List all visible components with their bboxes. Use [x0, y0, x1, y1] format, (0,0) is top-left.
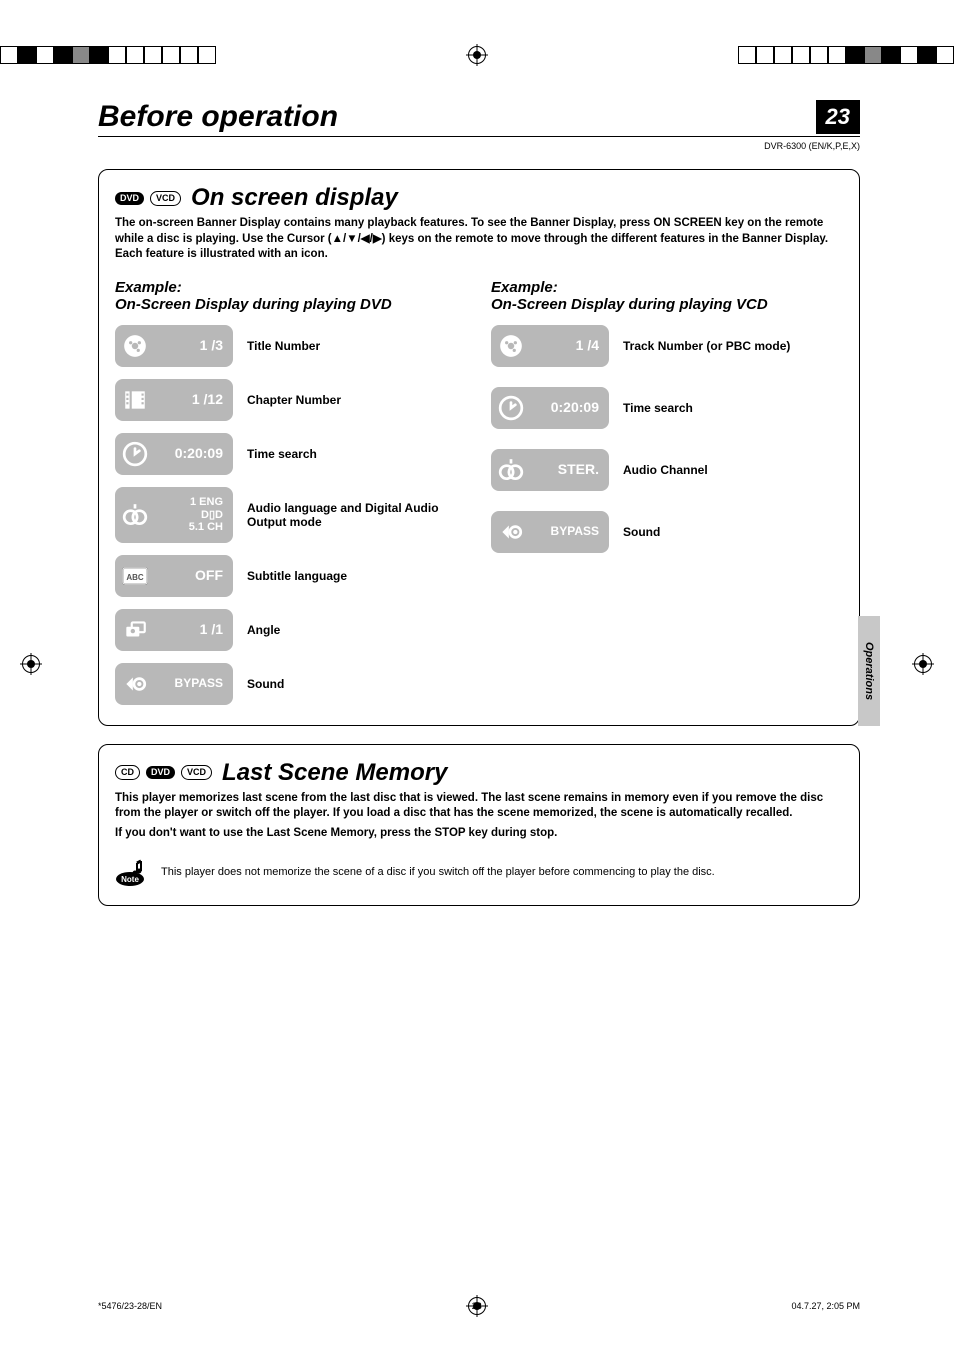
- example-label: Example:: [115, 279, 467, 296]
- last-scene-memory-panel: CD DVD VCD Last Scene Memory This player…: [98, 744, 860, 907]
- disc-icon: [121, 332, 149, 360]
- register-mark-top: [468, 46, 486, 64]
- osd-item-audio: 1 ENG D▯D 5.1 CH Audio language and Digi…: [115, 487, 467, 543]
- osd-desc: Chapter Number: [247, 393, 341, 407]
- section-title: Before operation: [98, 100, 338, 134]
- osd-item-angle: 1 /1 Angle: [115, 609, 467, 651]
- osd-value: BYPASS: [155, 677, 227, 690]
- osd-item-chapter: 1 /12 Chapter Number: [115, 379, 467, 421]
- note-icon: Note: [115, 859, 147, 885]
- osd-desc: Angle: [247, 623, 280, 637]
- osd-desc: Audio Channel: [623, 463, 708, 477]
- note-text: This player does not memorize the scene …: [161, 866, 715, 878]
- osd-value: OFF: [155, 568, 227, 583]
- film-icon: [121, 386, 149, 414]
- osd-value: 1 /12: [155, 392, 227, 407]
- panel-description: The on-screen Banner Display contains ma…: [115, 216, 843, 263]
- osd-desc: Time search: [247, 447, 317, 461]
- example-label: Example:: [491, 279, 843, 296]
- clock-icon: [497, 394, 525, 422]
- osd-desc: Subtitle language: [247, 569, 347, 583]
- audio-icon: [497, 456, 525, 484]
- svg-text:ABC: ABC: [126, 573, 144, 582]
- osd-desc: Sound: [623, 525, 660, 539]
- osd-desc: Audio language and Digital Audio Output …: [247, 501, 467, 529]
- osd-item-sound: BYPASS Sound: [115, 663, 467, 705]
- subtitle-icon: ABC: [121, 562, 149, 590]
- osd-item-sound: BYPASS Sound: [491, 511, 843, 553]
- crop-marks-top: [0, 40, 954, 70]
- osd-item-audiochannel: STER. Audio Channel: [491, 449, 843, 491]
- footer-right: 04.7.27, 2:05 PM: [791, 1301, 860, 1311]
- svg-text:Note: Note: [121, 875, 139, 884]
- osd-value: 1 /4: [531, 338, 603, 353]
- dvd-badge: DVD: [146, 766, 175, 779]
- osd-value: 1 ENG D▯D 5.1 CH: [155, 496, 227, 532]
- footer-left: *5476/23-28/EN: [98, 1301, 162, 1311]
- vcd-badge: VCD: [181, 765, 212, 780]
- osd-value: BYPASS: [531, 525, 603, 538]
- osd-desc: Track Number (or PBC mode): [623, 339, 790, 353]
- vcd-badge: VCD: [150, 191, 181, 206]
- sound-icon: [497, 518, 525, 546]
- example-subtitle: On-Screen Display during playing VCD: [491, 296, 843, 313]
- sound-icon: [121, 670, 149, 698]
- osd-value: 1 /3: [155, 338, 227, 353]
- vcd-example-column: Example: On-Screen Display during playin…: [491, 279, 843, 705]
- osd-value: STER.: [531, 462, 603, 477]
- on-screen-display-panel: DVD VCD On screen display The on-screen …: [98, 169, 860, 726]
- osd-item-title: 1 /3 Title Number: [115, 325, 467, 367]
- side-tab-operations: Operations: [858, 616, 880, 726]
- note-row: Note This player does not memorize the s…: [115, 859, 843, 885]
- dvd-badge: DVD: [115, 192, 144, 205]
- model-id: DVR-6300 (EN/K,P,E,X): [98, 141, 860, 151]
- panel-title: Last Scene Memory: [222, 759, 447, 787]
- osd-value: 1 /1: [155, 622, 227, 637]
- osd-desc: Time search: [623, 401, 693, 415]
- angle-icon: [121, 616, 149, 644]
- osd-desc: Sound: [247, 677, 284, 691]
- panel-description-2: If you don't want to use the Last Scene …: [115, 826, 843, 842]
- page-header: Before operation 23: [98, 100, 860, 137]
- osd-item-timesearch: 0:20:09 Time search: [115, 433, 467, 475]
- page-number: 23: [816, 100, 860, 134]
- osd-value: 0:20:09: [531, 400, 603, 415]
- register-mark-bottom: [468, 1297, 486, 1315]
- panel-title: On screen display: [191, 184, 398, 212]
- dvd-example-column: Example: On-Screen Display during playin…: [115, 279, 467, 705]
- example-subtitle: On-Screen Display during playing DVD: [115, 296, 467, 313]
- audio-icon: [121, 501, 149, 529]
- disc-icon: [497, 332, 525, 360]
- register-mark-right: [914, 655, 932, 673]
- osd-value: 0:20:09: [155, 446, 227, 461]
- cd-badge: CD: [115, 765, 140, 780]
- osd-item-track: 1 /4 Track Number (or PBC mode): [491, 325, 843, 367]
- osd-desc: Title Number: [247, 339, 320, 353]
- osd-item-timesearch: 0:20:09 Time search: [491, 387, 843, 429]
- panel-description: This player memorizes last scene from th…: [115, 791, 843, 822]
- register-mark-left: [22, 655, 40, 673]
- clock-icon: [121, 440, 149, 468]
- osd-item-subtitle: ABC OFF Subtitle language: [115, 555, 467, 597]
